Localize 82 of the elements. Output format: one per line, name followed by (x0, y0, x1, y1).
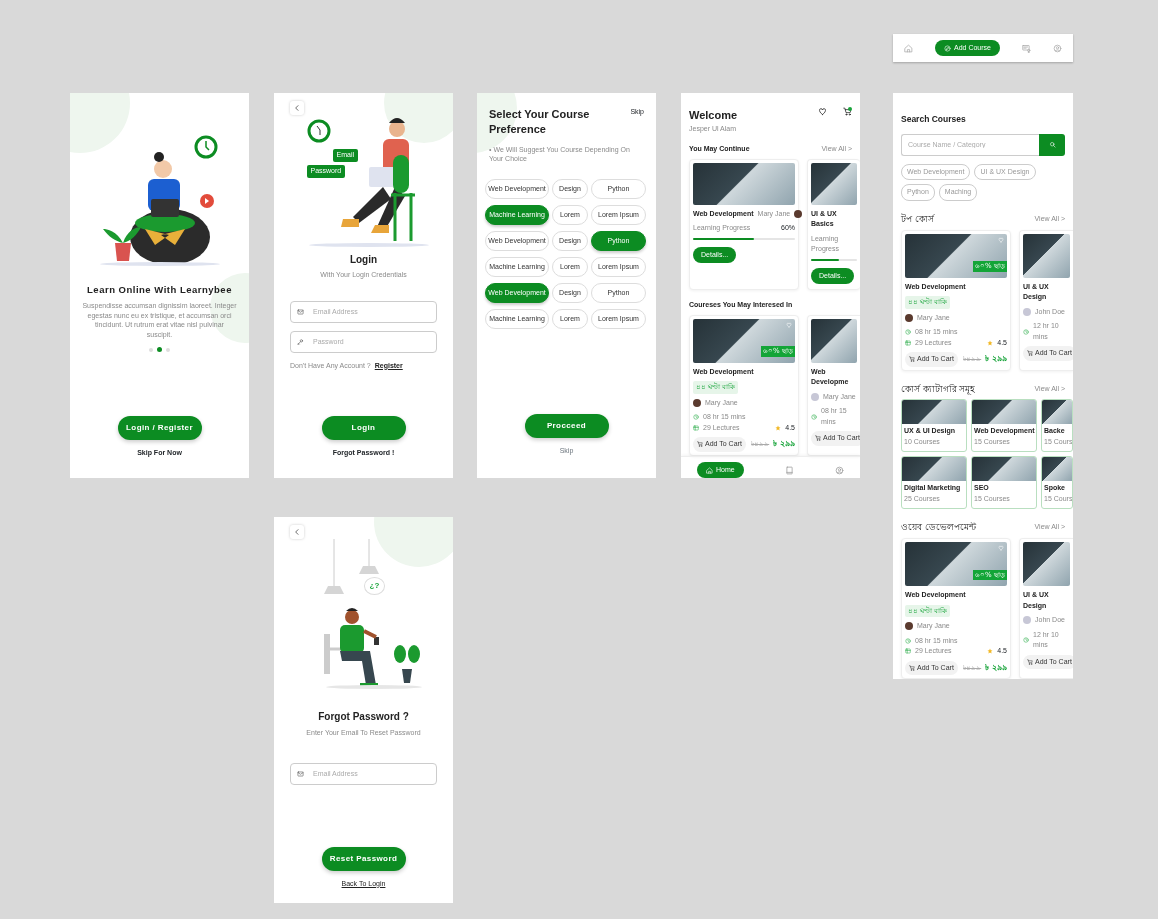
star-icon (987, 648, 994, 655)
clock-icon (1023, 328, 1029, 335)
section-title: ওয়েব ডেভেলপমেন্ট (901, 521, 976, 534)
reset-password-button[interactable]: Reset Password (321, 846, 406, 871)
chevron-left-icon (293, 104, 301, 112)
search-button[interactable] (1039, 133, 1065, 156)
heart-icon (786, 321, 792, 328)
avatar-circle (905, 622, 913, 631)
avatar-circle (811, 392, 819, 401)
nav-certificate-button[interactable] (1021, 43, 1031, 53)
cart-icon (909, 356, 915, 363)
login-title: Login (348, 253, 379, 267)
welcome-title: Welcome (689, 108, 738, 123)
mail-icon (297, 308, 304, 315)
heart-icon (998, 545, 1004, 551)
avatar-circle (794, 209, 803, 218)
back-button[interactable] (290, 101, 304, 115)
mail-icon (297, 770, 304, 777)
proceed-button[interactable]: Procceed (524, 413, 609, 438)
price: ৳ ২৯৯ (773, 438, 795, 451)
grid-icon (905, 339, 911, 346)
page-indicator-dot[interactable] (157, 347, 162, 352)
heart-icon (998, 236, 1004, 243)
category-photo-placeholder (972, 457, 1036, 482)
course-photo-placeholder (1023, 542, 1070, 586)
clock-icon (811, 413, 817, 420)
forgot-password-title: Forgot Password ? (317, 710, 410, 724)
nav-profile-button[interactable] (1052, 43, 1062, 53)
course-photo-placeholder (811, 318, 857, 363)
nav-profile-button[interactable] (835, 465, 844, 475)
home-icon (904, 43, 913, 53)
login-register-button[interactable]: Login / Register (117, 415, 202, 440)
course-photo-placeholder (811, 162, 857, 205)
grid-icon (905, 648, 911, 655)
category-photo-placeholder (1042, 400, 1072, 425)
cart-icon (697, 441, 703, 448)
nav-book-button[interactable] (784, 465, 794, 475)
price: ৳ ২৯৯ (985, 353, 1007, 366)
section-title: টপ কোর্স (901, 212, 934, 226)
favorites-button[interactable] (818, 107, 827, 116)
search-title: Search Courses (900, 113, 967, 126)
pencil-circle-icon (944, 44, 951, 52)
search-icon (1048, 141, 1056, 149)
cart-button[interactable] (843, 107, 852, 116)
back-button[interactable] (290, 525, 304, 539)
profile-icon (835, 465, 844, 475)
login-button[interactable]: Login (321, 415, 406, 440)
section-title: কোর্স ক্যাটাগরি সমূহ (901, 382, 976, 396)
cart-icon (815, 435, 821, 442)
clock-icon (1023, 637, 1029, 643)
cart-icon (843, 107, 852, 116)
avatar-circle (1023, 307, 1031, 316)
grid-icon (693, 424, 699, 431)
cart-icon (909, 664, 915, 671)
onboarding-title: Learn Online With Learnybee (87, 283, 232, 297)
clock-icon (905, 329, 911, 336)
heart-icon (818, 107, 827, 116)
notification-dot (848, 107, 852, 111)
nav-home-button[interactable] (904, 43, 913, 53)
category-photo-placeholder (1042, 457, 1072, 482)
avatar-circle (1023, 616, 1031, 625)
profile-icon (1052, 43, 1062, 53)
book-icon (784, 465, 794, 475)
clock-icon (905, 637, 911, 644)
category-photo-placeholder (972, 400, 1036, 425)
preference-title: Select Your Course Preference (489, 107, 591, 137)
category-photo-placeholder (902, 400, 966, 425)
chevron-left-icon (293, 528, 301, 536)
avatar-circle (905, 313, 913, 322)
price: ৳ ২৯৯ (985, 661, 1007, 674)
avatar-circle (693, 398, 701, 407)
cart-icon (1027, 350, 1033, 357)
clock-icon (693, 414, 699, 421)
home-icon (706, 466, 713, 474)
category-photo-placeholder (902, 457, 966, 482)
star-icon (775, 424, 782, 431)
star-icon (987, 339, 994, 346)
course-photo-placeholder (1023, 233, 1070, 278)
key-icon (297, 338, 304, 345)
certificate-icon (1021, 43, 1031, 53)
cart-icon (1027, 658, 1033, 665)
thought-bubble: ¿? (363, 577, 386, 595)
